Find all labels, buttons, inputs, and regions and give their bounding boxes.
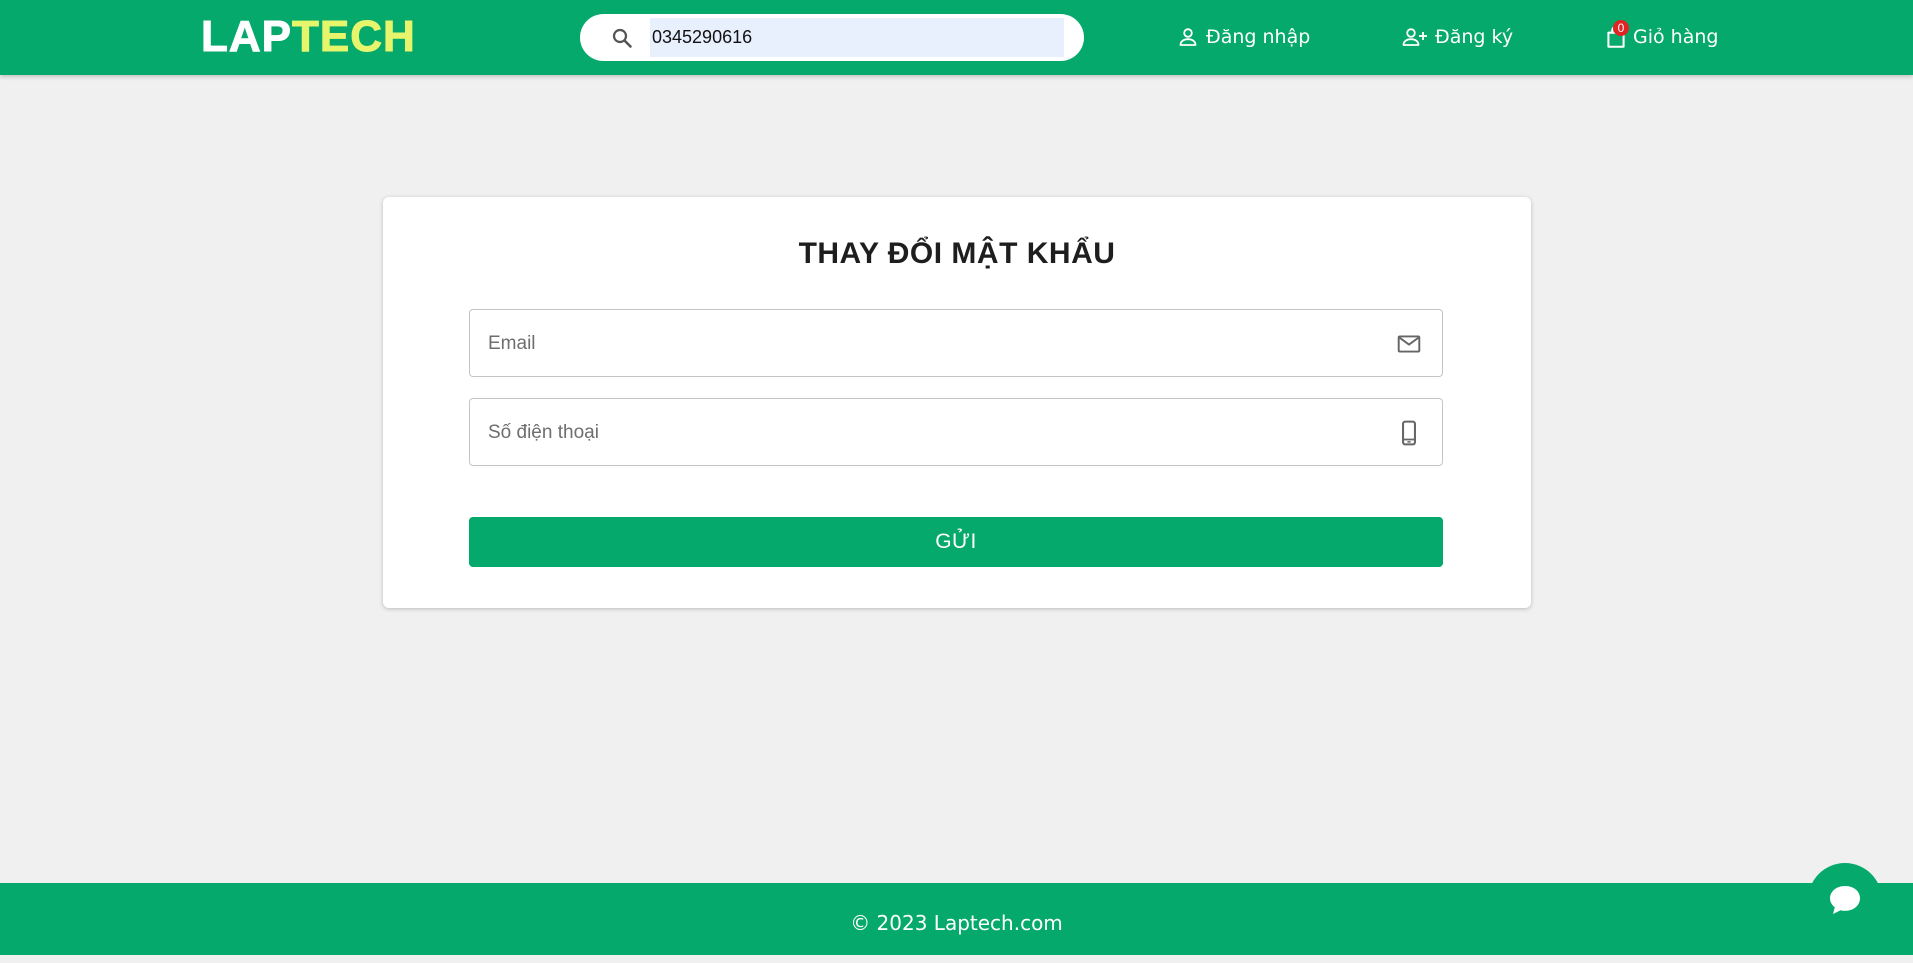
register-label: Đăng ký xyxy=(1435,26,1514,48)
person-icon xyxy=(1179,28,1197,46)
logo-text-lap: LAP xyxy=(201,12,292,61)
footer: © 2023 Laptech.com xyxy=(0,883,1913,955)
footer-copyright: © 2023 Laptech.com xyxy=(850,911,1063,935)
submit-button[interactable]: GỬI xyxy=(469,517,1443,567)
cart-label: Giỏ hàng xyxy=(1633,26,1719,48)
site-logo[interactable]: LAPTECH xyxy=(201,12,416,61)
login-label: Đăng nhập xyxy=(1206,26,1311,48)
login-link[interactable]: Đăng nhập xyxy=(1176,22,1310,52)
email-field-container xyxy=(469,309,1443,378)
phone-field-container xyxy=(469,398,1443,467)
page-title: THAY ĐỔI MẬT KHẨU xyxy=(798,237,1116,270)
email-field[interactable] xyxy=(486,310,1370,378)
top-navbar: LAPTECH Đăng nhập Đăng ký 0 xyxy=(0,0,1913,75)
logo-text-tech: TECH xyxy=(292,12,416,61)
cart-count-badge: 0 xyxy=(1613,20,1629,36)
search-bar xyxy=(580,14,1084,61)
chat-bubble-icon xyxy=(1830,886,1860,914)
person-add-icon xyxy=(1402,28,1427,46)
phone-field[interactable] xyxy=(486,399,1370,467)
search-input[interactable] xyxy=(650,18,1064,57)
chat-button[interactable] xyxy=(1808,863,1882,937)
phone-icon xyxy=(1402,420,1416,446)
register-link[interactable]: Đăng ký xyxy=(1401,22,1513,52)
cart-icon-wrapper: 0 xyxy=(1603,20,1629,50)
mail-icon xyxy=(1397,335,1421,353)
search-icon[interactable] xyxy=(610,26,634,50)
cart-link[interactable]: 0 Giỏ hàng xyxy=(1603,20,1719,52)
change-password-card: THAY ĐỔI MẬT KHẨU GỬI xyxy=(383,197,1531,608)
